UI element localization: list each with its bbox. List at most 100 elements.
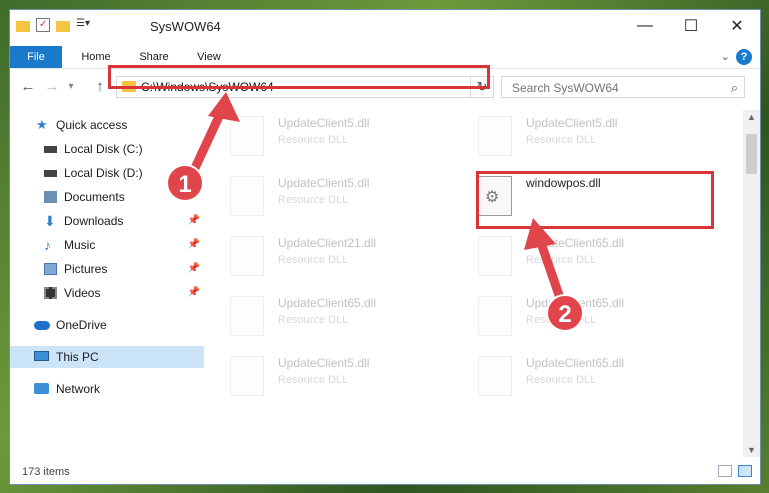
dll-file-icon — [478, 116, 512, 156]
sidebar-item-pictures[interactable]: Pictures 📌 — [10, 258, 204, 280]
file-type: Resource DLL — [278, 314, 349, 326]
sidebar-item-this-pc[interactable]: This PC — [10, 346, 204, 368]
cloud-icon — [34, 321, 50, 330]
sidebar-item-onedrive[interactable]: OneDrive — [10, 314, 204, 336]
properties-icon[interactable]: ✓ — [36, 18, 50, 32]
sidebar-item-network[interactable]: Network — [10, 378, 204, 400]
sidebar-item-label: Pictures — [64, 262, 108, 276]
close-button[interactable]: ✕ — [714, 10, 760, 42]
file-type: Resource DLL — [278, 254, 349, 266]
file-item[interactable]: UpdateClient65.dll Resource DLL — [470, 290, 700, 340]
view-switcher — [718, 465, 752, 477]
help-button[interactable]: ? — [736, 49, 752, 65]
window-title: SysWOW64 — [150, 19, 221, 34]
file-item[interactable]: UpdateClient21.dll Resource DLL — [222, 230, 452, 280]
dll-file-icon — [230, 356, 264, 396]
pin-icon[interactable]: 📌 — [188, 258, 200, 280]
pin-icon[interactable]: 📌 — [188, 234, 200, 256]
file-item[interactable]: UpdateClient5.dll Resource DLL — [222, 170, 452, 220]
pin-icon[interactable]: 📌 — [188, 210, 200, 232]
drive-icon — [44, 170, 57, 177]
expand-ribbon-icon[interactable]: ⌄ — [721, 50, 730, 63]
callout-step-1: 1 — [166, 164, 204, 202]
file-type: Resource DLL — [526, 374, 597, 386]
file-name: UpdateClient21.dll — [278, 236, 377, 250]
minimize-button[interactable]: — — [622, 10, 668, 42]
back-button[interactable]: ← — [18, 77, 38, 97]
file-name: UpdateClient5.dll — [526, 116, 618, 130]
music-icon: ♪ — [44, 237, 51, 253]
file-item[interactable]: UpdateClient5.dll Resource DLL — [222, 350, 452, 400]
file-item[interactable]: UpdateClient65.dll Resource DLL — [470, 350, 700, 400]
file-type: Resource DLL — [278, 194, 349, 206]
sidebar-item-label: Network — [56, 382, 101, 396]
dll-file-icon — [478, 356, 512, 396]
window-controls: — ☐ ✕ — [622, 10, 760, 42]
dll-file-icon — [230, 176, 264, 216]
maximize-button[interactable]: ☐ — [668, 10, 714, 42]
scroll-up-icon[interactable]: ▲ — [743, 112, 760, 122]
recent-locations-button[interactable]: ▾ — [64, 77, 78, 97]
file-name: UpdateClient5.dll — [278, 116, 370, 130]
file-item[interactable]: UpdateClient5.dll Resource DLL — [222, 110, 452, 160]
callout-step-2: 2 — [546, 294, 584, 332]
vertical-scrollbar[interactable]: ▲ ▼ — [743, 110, 760, 457]
file-name: UpdateClient65.dll — [278, 296, 377, 310]
scrollbar-thumb[interactable] — [746, 134, 757, 174]
sidebar-item-label: This PC — [56, 350, 99, 364]
file-name: UpdateClient65.dll — [526, 356, 625, 370]
dll-file-icon — [478, 236, 512, 276]
file-item[interactable]: UpdateClient65.dll Resource DLL — [470, 230, 700, 280]
large-icons-view-icon[interactable] — [738, 465, 752, 477]
sidebar-item-videos[interactable]: Videos 📌 — [10, 282, 204, 304]
title-bar: ✓ ☰▾ SysWOW64 — ☐ ✕ — [10, 10, 760, 42]
status-bar: 173 items — [10, 460, 760, 484]
star-icon: ★ — [36, 117, 48, 132]
sidebar-item-label: Documents — [64, 190, 125, 204]
customize-toolbar-icon[interactable]: ☰▾ — [76, 18, 90, 32]
network-icon — [34, 383, 49, 394]
videos-icon — [44, 287, 57, 299]
search-box[interactable]: ⌕ — [501, 76, 745, 98]
quick-access-toolbar: ✓ ☰▾ — [16, 18, 90, 32]
pictures-icon — [44, 263, 57, 275]
sidebar-item-local-disk-c[interactable]: Local Disk (C:) — [10, 138, 204, 160]
sidebar-item-label: Local Disk (C:) — [64, 142, 143, 156]
file-item[interactable]: UpdateClient5.dll Resource DLL — [470, 110, 700, 160]
details-view-icon[interactable] — [718, 465, 732, 477]
file-item[interactable]: UpdateClient65.dll Resource DLL — [222, 290, 452, 340]
item-count: 173 items — [22, 466, 70, 478]
dll-file-icon — [230, 296, 264, 336]
drive-icon — [44, 146, 57, 153]
scroll-down-icon[interactable]: ▼ — [743, 445, 760, 455]
file-list: UpdateClient5.dll Resource DLL UpdateCli… — [222, 106, 742, 454]
download-icon: ⬇ — [44, 213, 56, 229]
dll-file-icon — [478, 296, 512, 336]
file-type: Resource DLL — [526, 134, 597, 146]
sidebar-item-label: Videos — [64, 286, 101, 300]
new-folder-icon[interactable] — [56, 20, 70, 32]
sidebar-item-quick-access[interactable]: ★ Quick access — [10, 114, 204, 136]
up-button[interactable]: ↑ — [90, 77, 110, 97]
file-highlight-box — [476, 171, 714, 229]
sidebar-item-label: Quick access — [56, 118, 128, 132]
search-input[interactable] — [510, 78, 714, 98]
address-highlight-box — [108, 65, 490, 89]
tab-file[interactable]: File — [10, 46, 62, 68]
sidebar-item-label: Music — [64, 238, 96, 252]
file-type: Resource DLL — [278, 374, 349, 386]
sidebar-item-label: OneDrive — [56, 318, 107, 332]
sidebar-item-label: Local Disk (D:) — [64, 166, 143, 180]
file-type: Resource DLL — [526, 254, 597, 266]
search-icon[interactable]: ⌕ — [731, 80, 738, 96]
sidebar-item-music[interactable]: ♪ Music 📌 — [10, 234, 204, 256]
file-type: Resource DLL — [278, 134, 349, 146]
documents-icon — [44, 191, 57, 203]
pin-icon[interactable]: 📌 — [188, 282, 200, 304]
computer-icon — [34, 351, 49, 361]
dll-file-icon — [230, 236, 264, 276]
dll-file-icon — [230, 116, 264, 156]
file-name: UpdateClient65.dll — [526, 236, 625, 250]
forward-button[interactable]: → — [42, 77, 62, 97]
sidebar-item-downloads[interactable]: ⬇ Downloads 📌 — [10, 210, 204, 232]
